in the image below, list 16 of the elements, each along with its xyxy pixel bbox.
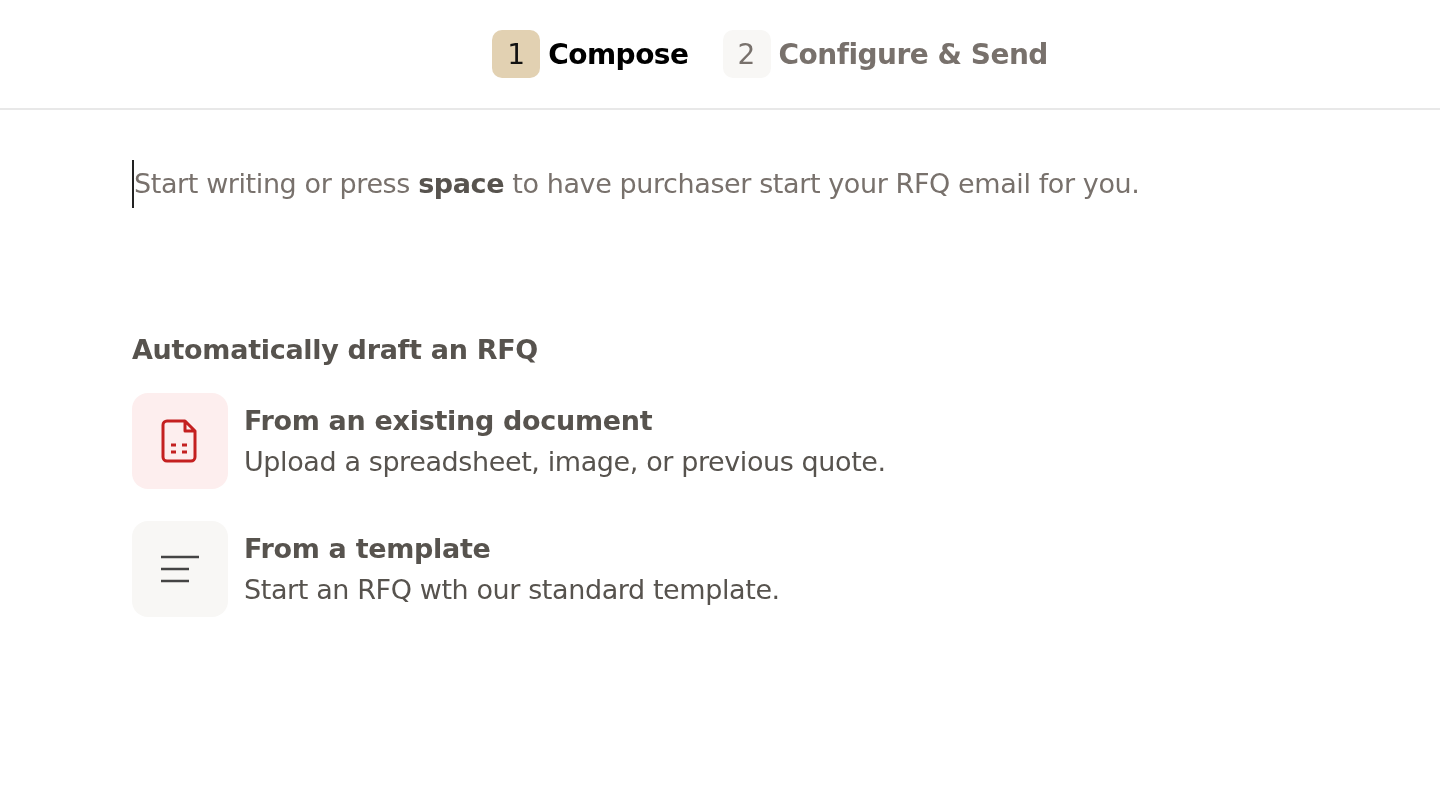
- step-number: 1: [492, 30, 541, 78]
- step-tab[interactable]: 1 Compose: [492, 30, 689, 78]
- option-icon-tile[interactable]: [132, 393, 228, 489]
- option-description: Upload a spreadsheet, image, or previous quote.: [244, 446, 886, 477]
- document-icon: [161, 419, 199, 463]
- option-title[interactable]: From an existing document: [244, 405, 886, 436]
- option-description: Start an RFQ wth our standard template.: [244, 574, 780, 605]
- editor-field[interactable]: Start writing or press space to have purchaser start your RFQ email for you.: [132, 160, 1140, 208]
- option-icon-tile[interactable]: [132, 521, 228, 617]
- section-heading: Automatically draft an RFQ: [132, 334, 539, 365]
- step-label: Compose: [548, 37, 689, 71]
- step-number: 2: [722, 30, 771, 78]
- step-tab[interactable]: 2 Configure & Send: [722, 30, 1048, 78]
- text-lines-icon: [160, 555, 200, 583]
- step-label: Configure & Send: [778, 37, 1048, 71]
- option-title[interactable]: From a template: [244, 533, 780, 564]
